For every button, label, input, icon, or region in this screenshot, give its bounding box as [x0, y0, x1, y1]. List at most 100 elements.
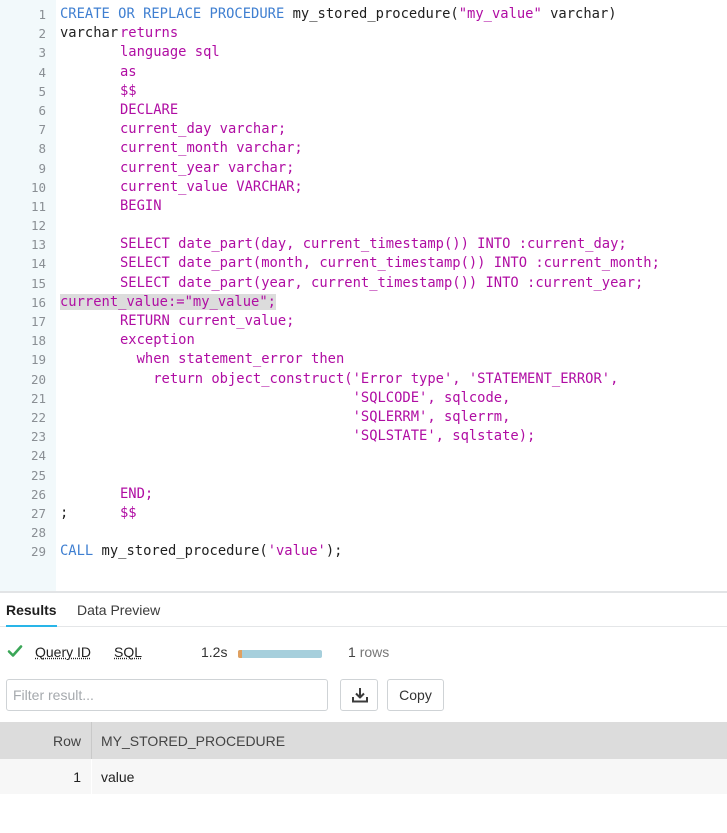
line-number: 4 [38, 64, 46, 80]
code-token: current_value:="my_value"; [60, 293, 276, 310]
line-number: 1 [38, 7, 46, 22]
code-line[interactable]: 15 SELECT date_part(year, current_timesta… [0, 274, 727, 293]
line-number: 15 [30, 275, 46, 291]
tab-results[interactable]: Results [6, 593, 57, 627]
result-value-cell[interactable]: value [101, 759, 134, 795]
code-token: SELECT date_part(day, current_timestamp(… [120, 236, 627, 253]
copy-button[interactable]: Copy [387, 679, 444, 711]
line-number: 10 [30, 179, 46, 195]
line-number: 7 [38, 122, 46, 138]
code-line[interactable]: 14 SELECT date_part(month, current_timest… [0, 254, 727, 273]
line-number: 21 [30, 390, 46, 406]
code-text[interactable]: $$; [60, 504, 137, 523]
line-number: 16 [30, 294, 46, 310]
duration-bar-start [238, 650, 242, 658]
code-text[interactable]: current_value:="my_value"; [60, 293, 276, 312]
code-token: my_stored_procedure [292, 6, 451, 22]
code-line[interactable]: 25 [0, 466, 727, 485]
code-line[interactable]: 2 returns varchar [0, 24, 727, 43]
code-line[interactable]: 20 return object_construct('Error type',… [0, 370, 727, 389]
result-table-header: Row MY_STORED_PROCEDURE [0, 722, 727, 759]
code-line[interactable]: 10 current_value VARCHAR; [0, 178, 727, 197]
code-line[interactable]: 1 CREATE OR REPLACE PROCEDURE my_stored_p… [0, 5, 727, 24]
code-text[interactable]: CALL my_stored_procedure('value'); [60, 542, 342, 561]
code-line[interactable]: 23 'SQLSTATE', sqlstate); [0, 427, 727, 446]
line-number: 8 [38, 141, 46, 157]
code-token: current_day varchar; [120, 121, 287, 138]
code-token: varchar) [541, 6, 617, 22]
code-line[interactable]: 12 [0, 216, 727, 235]
duration-bar [238, 650, 322, 658]
line-number: 27 [30, 505, 46, 521]
sql-link[interactable]: SQL [114, 644, 142, 660]
code-text[interactable]: returns varchar [60, 24, 178, 43]
results-tabs: Results Data Preview [0, 593, 727, 627]
code-editor[interactable]: 1 CREATE OR REPLACE PROCEDURE my_stored_p… [0, 0, 727, 591]
code-line[interactable]: 28 [0, 523, 727, 542]
row-count-value: 1 [348, 644, 356, 660]
code-token: ( [450, 6, 459, 22]
code-line[interactable]: 16 current_value:="my_value"; [0, 293, 727, 312]
download-icon [352, 688, 368, 703]
code-text[interactable]: CREATE OR REPLACE PROCEDURE my_stored_pr… [60, 5, 617, 24]
line-number: 25 [30, 467, 46, 483]
code-token: 'SQLCODE', sqlcode, [120, 389, 511, 406]
query-duration: 1.2s [201, 644, 228, 660]
code-token: my_stored_procedure( [101, 543, 268, 560]
code-token: RETURN current_value; [120, 313, 295, 329]
line-number: 20 [30, 371, 46, 387]
code-line[interactable]: 13 SELECT date_part(day, current_timestam… [0, 235, 727, 254]
code-line[interactable]: 7 current_day varchar; [0, 120, 727, 139]
query-id-link[interactable]: Query ID [35, 644, 91, 660]
line-number: 11 [30, 198, 46, 214]
code-line[interactable]: 17 RETURN current_value; [0, 312, 727, 331]
code-line[interactable]: 21 'SQLCODE', sqlcode, [0, 389, 727, 408]
tab-data-preview[interactable]: Data Preview [77, 593, 160, 626]
column-header-my-stored-procedure[interactable]: MY_STORED_PROCEDURE [101, 722, 285, 759]
code-line[interactable]: 6 DECLARE [0, 101, 727, 120]
code-token: returns [120, 25, 187, 42]
code-token: 'SQLSTATE', sqlstate); [120, 428, 536, 445]
code-line[interactable]: 3 language sql [0, 43, 727, 62]
code-token: "my_value" [458, 6, 542, 22]
code-token: SELECT date_part(year, current_timestamp… [120, 274, 644, 291]
download-button[interactable] [340, 679, 378, 711]
line-number: 6 [38, 102, 46, 118]
code-line[interactable]: 22 'SQLERRM', sqlerrm, [0, 408, 727, 427]
line-number: 14 [30, 256, 46, 272]
code-line[interactable]: 26 END; [0, 485, 727, 504]
column-divider[interactable] [91, 722, 92, 759]
code-token: CREATE OR REPLACE PROCEDURE [60, 6, 293, 22]
row-divider [91, 759, 92, 794]
row-number-cell: 1 [73, 769, 81, 785]
code-line[interactable]: 27 $$; [0, 504, 727, 523]
code-line[interactable]: 11 BEGIN [0, 197, 727, 216]
code-token: current_value VARCHAR; [120, 178, 303, 195]
code-line[interactable]: 4 as [0, 63, 727, 82]
line-number: 18 [30, 333, 46, 349]
code-token: ); [325, 543, 343, 560]
line-number: 13 [30, 237, 46, 253]
line-number: 3 [38, 45, 46, 61]
code-line[interactable]: 29 CALL my_stored_procedure('value'); [0, 542, 727, 561]
code-token: current_month varchar; [120, 140, 303, 157]
code-lines[interactable]: 1 CREATE OR REPLACE PROCEDURE my_stored_p… [0, 5, 727, 561]
code-token: 'SQLERRM', sqlerrm, [120, 408, 511, 425]
code-line[interactable]: 9 current_year varchar; [0, 159, 727, 178]
line-number: 12 [30, 218, 46, 234]
line-number: 9 [38, 160, 46, 176]
line-number: 17 [30, 314, 46, 329]
line-number: 5 [38, 83, 46, 99]
code-line[interactable]: 8 current_month varchar; [0, 139, 727, 158]
filter-result-input[interactable] [6, 679, 328, 711]
code-line[interactable]: 18 exception [0, 331, 727, 350]
code-token: when statement_error then [120, 351, 345, 368]
line-number: 24 [30, 448, 46, 464]
code-line[interactable]: 24 [0, 446, 727, 465]
column-header-row[interactable]: Row [0, 722, 81, 759]
table-row[interactable]: 1 value [0, 759, 727, 794]
code-line[interactable]: 5 $$ [0, 82, 727, 101]
line-number: 28 [30, 525, 46, 541]
code-line[interactable]: 19 when statement_error then [0, 350, 727, 369]
row-count: 1 rows [348, 644, 389, 660]
